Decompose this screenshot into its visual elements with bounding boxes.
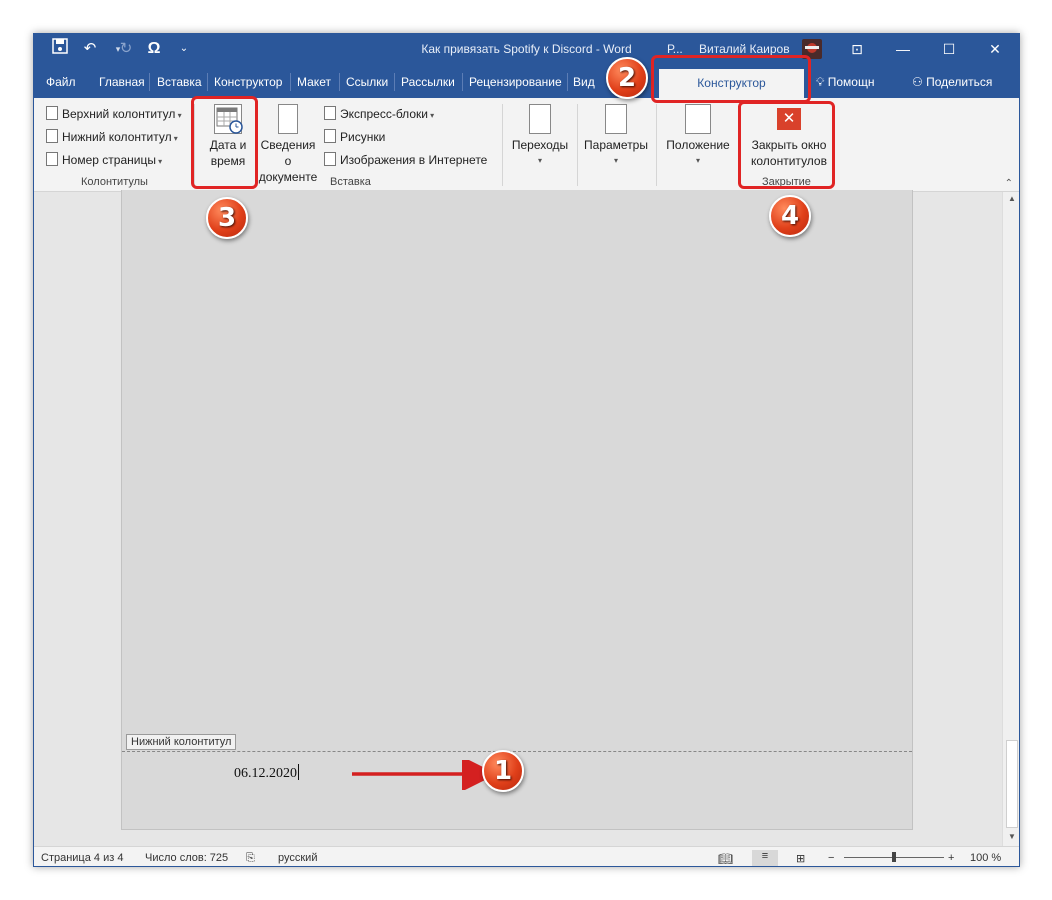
title-bar: ↶ ▾ ↻ Ω ⌄ Как привязать Spotify к Discor… xyxy=(34,34,1019,64)
page-number-label: Номер страницы xyxy=(62,153,156,167)
tell-me-box[interactable]: 💡︎ Помощн xyxy=(816,75,874,90)
options-icon xyxy=(605,104,627,134)
collapse-ribbon-icon[interactable]: ⌃ xyxy=(1005,178,1013,189)
step-badge-4: 4 xyxy=(769,195,811,237)
ribbon: Верхний колонтитул ▾ Нижний колонтитул ▾… xyxy=(34,98,1019,201)
maximize-button[interactable]: ☐ xyxy=(926,37,972,61)
minimize-button[interactable]: — xyxy=(880,37,926,61)
tab-references[interactable]: Ссылки xyxy=(346,75,388,89)
footer-button[interactable]: Нижний колонтитул ▾ xyxy=(46,129,178,144)
zoom-in-button[interactable]: + xyxy=(948,852,954,864)
scroll-up-icon[interactable]: ▲ xyxy=(1006,194,1018,206)
print-layout-icon[interactable]: ≡ xyxy=(752,850,778,866)
share-button[interactable]: ⚇ Поделиться xyxy=(912,75,992,89)
tab-review[interactable]: Рецензирование xyxy=(469,75,562,89)
options-label: Параметры xyxy=(584,138,648,152)
quick-parts-icon xyxy=(324,106,336,120)
online-pictures-label: Изображения в Интернете xyxy=(340,153,488,167)
pictures-label: Рисунки xyxy=(340,130,386,144)
share-label: Поделиться xyxy=(926,75,993,89)
text-caret xyxy=(298,764,299,780)
word-window: ↶ ▾ ↻ Ω ⌄ Как привязать Spotify к Discor… xyxy=(33,33,1020,867)
footer-tag: Нижний колонтитул xyxy=(126,734,237,750)
word-count[interactable]: Число слов: 725 xyxy=(145,852,228,864)
zoom-level[interactable]: 100 % xyxy=(970,852,1001,864)
tab-view[interactable]: Вид xyxy=(573,75,595,89)
web-layout-icon[interactable]: ⊞ xyxy=(796,852,805,865)
zoom-out-button[interactable]: − xyxy=(828,852,834,864)
language[interactable]: русский xyxy=(278,852,317,864)
step-badge-3: 3 xyxy=(206,197,248,239)
options-button[interactable]: Параметры ▾ xyxy=(580,104,652,169)
footer-icon xyxy=(46,129,58,143)
highlight-date-time xyxy=(191,96,258,189)
highlight-close-header-footer xyxy=(738,101,835,189)
group-label-headers-footers: Колонтитулы xyxy=(81,176,148,188)
vertical-scrollbar[interactable]: ▲ ▼ xyxy=(1002,192,1019,846)
footer-date-text: 06.12.2020 xyxy=(234,766,297,781)
page-count[interactable]: Страница 4 из 4 xyxy=(41,852,123,864)
document-info-label-1: Сведения о xyxy=(260,138,316,168)
close-button[interactable]: ✕ xyxy=(972,37,1018,61)
header-button[interactable]: Верхний колонтитул ▾ xyxy=(46,106,182,121)
header-icon xyxy=(46,106,58,120)
status-bar: Страница 4 из 4 Число слов: 725 ⎘ русски… xyxy=(34,846,1019,866)
group-label-insert: Вставка xyxy=(330,176,371,188)
page-number-icon xyxy=(46,152,58,166)
proofing-icon[interactable]: ⎘ xyxy=(246,852,255,865)
document-info-label-2: документе xyxy=(258,170,318,184)
ribbon-tabs: Файл Главная Вставка Конструктор Макет С… xyxy=(34,64,1019,98)
document-area: Нижний колонтитул 06.12.2020 xyxy=(34,190,1002,846)
step-badge-1: 1 xyxy=(482,750,524,792)
navigation-button[interactable]: Переходы ▾ xyxy=(506,104,574,169)
tell-me-label: Помощн xyxy=(827,75,875,89)
scroll-down-icon[interactable]: ▼ xyxy=(1006,832,1018,844)
navigation-label: Переходы xyxy=(511,138,569,152)
scroll-thumb[interactable] xyxy=(1006,740,1018,828)
document-info-icon xyxy=(278,104,298,134)
read-mode-icon[interactable]: 📖︎ xyxy=(718,852,733,866)
account-short[interactable]: Р... xyxy=(667,42,683,56)
tab-mailings[interactable]: Рассылки xyxy=(401,75,455,89)
highlight-design-tab xyxy=(651,55,811,103)
page-number-button[interactable]: Номер страницы ▾ xyxy=(46,152,162,167)
ribbon-display-options-icon[interactable]: ⊡ xyxy=(834,37,880,61)
pictures-icon xyxy=(324,129,336,143)
pictures-button[interactable]: Рисунки xyxy=(324,129,385,144)
tab-layout[interactable]: Макет xyxy=(297,75,331,89)
share-person-icon: ⚇ xyxy=(912,75,923,89)
step-badge-2: 2 xyxy=(606,57,648,99)
page: Нижний колонтитул 06.12.2020 xyxy=(121,190,913,830)
tab-file[interactable]: Файл xyxy=(46,75,76,89)
footer-boundary xyxy=(122,751,912,752)
tab-home[interactable]: Главная xyxy=(99,75,145,89)
user-name[interactable]: Виталий Каиров xyxy=(699,42,790,56)
position-label: Положение xyxy=(666,138,730,152)
header-label: Верхний колонтитул xyxy=(62,107,176,121)
tab-insert[interactable]: Вставка xyxy=(157,75,202,89)
lightbulb-icon: 💡︎ xyxy=(816,75,825,89)
online-pictures-icon xyxy=(324,152,336,166)
position-button[interactable]: Положение ▾ xyxy=(660,104,736,169)
navigation-icon xyxy=(529,104,551,134)
tab-design[interactable]: Конструктор xyxy=(214,75,282,89)
footer-date-field[interactable]: 06.12.2020 xyxy=(234,764,299,782)
online-pictures-button[interactable]: Изображения в Интернете xyxy=(324,152,487,167)
zoom-slider-thumb[interactable] xyxy=(892,852,896,862)
position-icon xyxy=(685,104,711,134)
footer-label: Нижний колонтитул xyxy=(62,130,172,144)
quick-parts-button[interactable]: Экспресс-блоки ▾ xyxy=(324,106,434,121)
quick-parts-label: Экспресс-блоки xyxy=(340,107,428,121)
